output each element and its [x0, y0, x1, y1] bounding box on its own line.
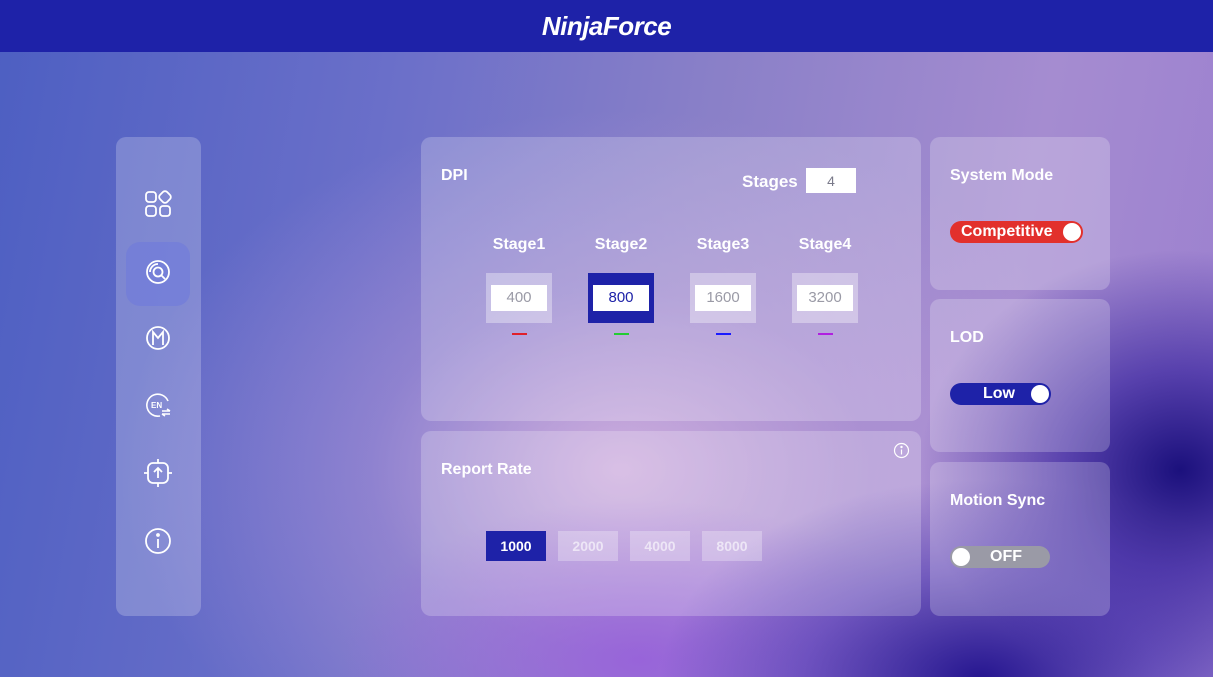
system-mode-value: Competitive	[961, 223, 1053, 240]
stage-label: Stage4	[798, 236, 852, 253]
stage-1-color-indicator	[511, 333, 527, 335]
report-rate-panel: Report Rate 1000 2000 4000 8000	[421, 431, 921, 616]
toggle-knob	[1031, 385, 1049, 403]
sidebar-item-language[interactable]: EN	[126, 375, 190, 439]
sensor-icon	[143, 257, 173, 292]
toggle-knob	[952, 548, 970, 566]
stage-3-color-indicator	[715, 333, 731, 335]
toggle-knob	[1063, 223, 1081, 241]
system-mode-toggle[interactable]: Competitive	[950, 221, 1083, 243]
rate-2000-button[interactable]: 2000	[558, 531, 618, 561]
firmware-upgrade-icon	[143, 458, 173, 493]
motion-sync-toggle[interactable]: OFF	[950, 546, 1050, 568]
stage-label: Stage2	[594, 236, 648, 253]
system-mode-title: System Mode	[950, 167, 1054, 184]
brand-logo: NinjaForce	[541, 10, 672, 41]
stages-input[interactable]	[806, 168, 856, 193]
lod-toggle[interactable]: Low	[950, 383, 1051, 405]
apps-grid-icon	[143, 189, 173, 224]
dpi-panel: DPI Stages Stage1 400 Stage2 800 Stage3 …	[421, 137, 921, 421]
lod-title: LOD	[950, 329, 984, 346]
macro-icon	[143, 323, 173, 358]
stage-label: Stage3	[696, 236, 750, 253]
lod-panel: LOD Low	[930, 299, 1110, 452]
sidebar-item-overview[interactable]	[126, 174, 190, 238]
dpi-title: DPI	[441, 167, 468, 184]
stage-3-button[interactable]: 1600	[690, 273, 756, 323]
sidebar: EN	[116, 137, 201, 616]
stage-label: Stage1	[492, 236, 546, 253]
lod-value: Low	[983, 385, 1015, 402]
report-rate-title: Report Rate	[441, 461, 532, 478]
stage-1-button[interactable]: 400	[486, 273, 552, 323]
language-en-icon: EN	[143, 390, 173, 425]
stages-label: Stages	[742, 172, 798, 191]
system-mode-panel: System Mode Competitive	[930, 137, 1110, 290]
dpi-stage-4: Stage4 3200	[792, 237, 858, 335]
stage-4-color-indicator	[817, 333, 833, 335]
info-icon	[143, 526, 173, 561]
rate-8000-button[interactable]: 8000	[702, 531, 762, 561]
stage-2-button[interactable]: 800	[588, 273, 654, 323]
stage-4-value-field[interactable]: 3200	[797, 285, 853, 311]
dpi-stage-2: Stage2 800	[588, 237, 654, 335]
sidebar-item-sensor[interactable]	[126, 242, 190, 306]
dpi-stage-3: Stage3 1600	[690, 237, 756, 335]
stage-2-color-indicator	[613, 333, 629, 335]
stage-2-value-field[interactable]: 800	[593, 285, 649, 311]
sidebar-item-firmware[interactable]	[126, 443, 190, 507]
top-bar: NinjaForce	[0, 0, 1213, 52]
sidebar-item-macro[interactable]	[126, 308, 190, 372]
stage-4-button[interactable]: 3200	[792, 273, 858, 323]
svg-text:EN: EN	[151, 401, 162, 410]
stage-3-value-field[interactable]: 1600	[695, 285, 751, 311]
info-icon[interactable]	[893, 442, 910, 459]
rate-1000-button[interactable]: 1000	[486, 531, 546, 561]
sidebar-item-about[interactable]	[126, 511, 190, 575]
motion-sync-value: OFF	[990, 548, 1022, 565]
motion-sync-panel: Motion Sync OFF	[930, 462, 1110, 616]
rate-4000-button[interactable]: 4000	[630, 531, 690, 561]
stage-1-value-field[interactable]: 400	[491, 285, 547, 311]
dpi-stage-1: Stage1 400	[486, 237, 552, 335]
motion-sync-title: Motion Sync	[950, 492, 1046, 509]
